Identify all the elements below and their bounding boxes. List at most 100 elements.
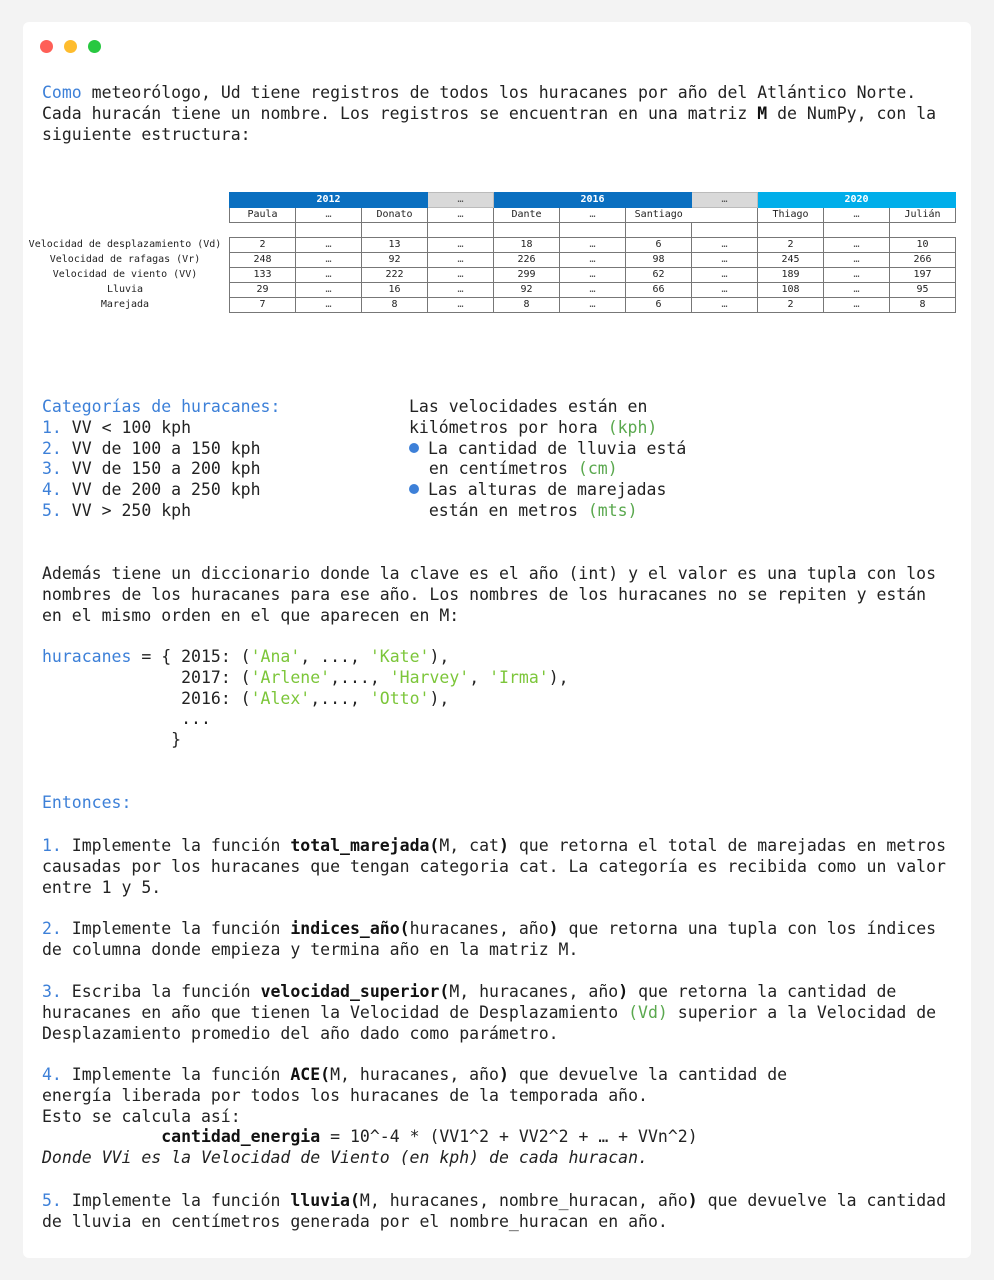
table-cell: …: [823, 267, 890, 283]
year-header: 2020: [757, 192, 956, 208]
table-cell: …: [295, 237, 362, 253]
hurricane-name: [691, 207, 758, 223]
table-cell: 266: [889, 252, 956, 268]
table-cell: 18: [493, 237, 560, 253]
table-cell: [361, 222, 428, 238]
table-cell: …: [295, 252, 362, 268]
table-cell: …: [559, 252, 626, 268]
name-row: Paula… Donato… Dante… Santiago Thiago… Julián: [229, 207, 956, 223]
table-cell: 133: [229, 267, 296, 283]
table-cell: …: [295, 282, 362, 298]
row-label: Marejada: [100, 299, 150, 310]
table-cell: …: [295, 297, 362, 313]
task-1: 1. Implemente la función total_marejada(…: [42, 836, 947, 897]
table-cell: …: [427, 267, 494, 283]
table-cell: 10: [889, 237, 956, 253]
hurricane-name: …: [295, 207, 362, 223]
table-cell: …: [691, 252, 758, 268]
hurricane-name: Thiago: [757, 207, 824, 223]
table-row: 7… 8… 8… 6… 2… 8: [229, 297, 956, 313]
dictionary-description: Además tiene un diccionario donde la cla…: [42, 564, 937, 625]
table-cell: [559, 222, 626, 238]
units-notes: Las velocidades están en kilómetros por …: [409, 397, 687, 520]
spacer-row: [229, 222, 956, 238]
table-cell: 197: [889, 267, 956, 283]
table-cell: 92: [361, 252, 428, 268]
table-cell: …: [559, 297, 626, 313]
table-cell: [691, 222, 758, 238]
table-cell: …: [691, 267, 758, 283]
row-label: Lluvia: [106, 284, 144, 295]
table-row: 2… 13… 18… 6… 2… 10: [229, 237, 956, 253]
year-header: 2012: [229, 192, 428, 208]
code-block: huracanes = { 2015: ('Ana', ..., 'Kate')…: [42, 647, 569, 750]
table-cell: …: [691, 237, 758, 253]
table-cell: 222: [361, 267, 428, 283]
table-cell: [757, 222, 824, 238]
bullet-icon: [409, 484, 419, 495]
table-cell: 66: [625, 282, 692, 298]
table-row: 248… 92… 226… 98… 245… 266: [229, 252, 956, 268]
table-cell: …: [691, 297, 758, 313]
table-cell: [229, 222, 296, 238]
hurricane-name: Dante: [493, 207, 560, 223]
hurricane-name: Donato: [361, 207, 428, 223]
table-cell: 248: [229, 252, 296, 268]
task-2: 2. Implemente la función indices_año(hur…: [42, 919, 937, 959]
year-header: …: [427, 192, 494, 208]
table-cell: 8: [361, 297, 428, 313]
table-cell: …: [559, 267, 626, 283]
table-cell: …: [691, 282, 758, 298]
table-cell: [493, 222, 560, 238]
minimize-window-button[interactable]: [64, 40, 77, 53]
table-row: 133… 222… 299… 62… 189… 197: [229, 267, 956, 283]
table-cell: 8: [889, 297, 956, 313]
year-header-row: 2012… 2016… 2020: [229, 192, 956, 208]
row-label: Velocidad de rafagas (Vr): [49, 254, 201, 265]
table-cell: …: [427, 252, 494, 268]
table-cell: 62: [625, 267, 692, 283]
table-cell: …: [427, 297, 494, 313]
task-4: 4. Implemente la función ACE(M, huracane…: [42, 1065, 788, 1168]
table-cell: 2: [757, 297, 824, 313]
table-cell: …: [823, 297, 890, 313]
table-cell: 6: [625, 237, 692, 253]
maximize-window-button[interactable]: [88, 40, 101, 53]
table-cell: 189: [757, 267, 824, 283]
table-cell: 8: [493, 297, 560, 313]
row-label: Velocidad de desplazamiento (Vd): [28, 239, 222, 250]
table-cell: …: [427, 282, 494, 298]
table-cell: [295, 222, 362, 238]
hurricane-name: …: [559, 207, 626, 223]
table-cell: 226: [493, 252, 560, 268]
table-cell: 2: [229, 237, 296, 253]
hurricane-name: …: [427, 207, 494, 223]
table-cell: [889, 222, 956, 238]
table-cell: …: [427, 237, 494, 253]
table-cell: …: [823, 282, 890, 298]
table-cell: …: [559, 237, 626, 253]
table-cell: 2: [757, 237, 824, 253]
entonces-heading: Entonces:: [42, 793, 132, 812]
table-cell: 299: [493, 267, 560, 283]
table-cell: 29: [229, 282, 296, 298]
table-cell: …: [295, 267, 362, 283]
table-cell: …: [823, 237, 890, 253]
table-cell: [823, 222, 890, 238]
hurricane-name: Julián: [889, 207, 956, 223]
close-window-button[interactable]: [40, 40, 53, 53]
matrix-table: 2012… 2016… 2020 Paula… Donato… Dante… Santiag…: [229, 192, 956, 313]
table-cell: 108: [757, 282, 824, 298]
row-label: Velocidad de viento (VV): [52, 269, 198, 280]
task-5: 5. Implemente la función lluvia(M, hurac…: [42, 1191, 947, 1231]
table-cell: 92: [493, 282, 560, 298]
table-cell: [625, 222, 692, 238]
table-cell: …: [823, 252, 890, 268]
bullet-icon: [409, 442, 419, 453]
table-cell: [427, 222, 494, 238]
hurricane-name: Paula: [229, 207, 296, 223]
task-3: 3. Escriba la función velocidad_superior…: [42, 982, 937, 1043]
table-cell: 6: [625, 297, 692, 313]
hurricane-name: …: [823, 207, 890, 223]
categories-list: Categorías de huracanes: 1. VV < 100 kph…: [42, 397, 281, 520]
